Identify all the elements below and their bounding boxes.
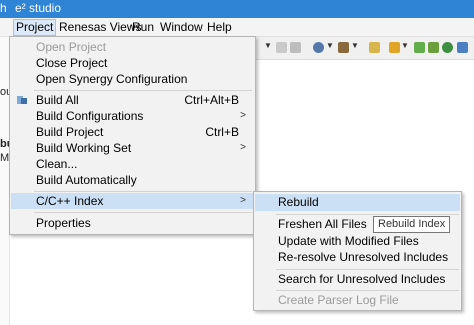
menu-item-label: Build Working Set [36, 141, 132, 155]
submenu-item-search-for-unresolved-includes[interactable]: Search for Unresolved Includes [255, 271, 460, 288]
menu-help[interactable]: Help [205, 20, 234, 35]
menu-item-label: Build All [36, 93, 79, 107]
run-icon[interactable] [414, 42, 425, 53]
debug-icon[interactable] [313, 42, 324, 53]
menu-separator [34, 191, 252, 192]
hammer-icon[interactable] [338, 42, 349, 53]
settings-icon[interactable] [457, 42, 468, 53]
menu-item-build-working-set[interactable]: Build Working Set > [11, 140, 254, 156]
chevron-right-icon: > [240, 195, 246, 206]
menu-item-label: Close Project [36, 56, 108, 70]
menu-item-label: Re-resolve Unresolved Includes [278, 250, 449, 264]
save-icon[interactable] [276, 42, 287, 53]
menu-item-label: Rebuild [278, 195, 319, 209]
shortcut-label: Ctrl+Alt+B [184, 93, 239, 107]
menu-item-label: Properties [36, 216, 91, 230]
menu-item-open-synergy-configuration[interactable]: Open Synergy Configuration [11, 71, 254, 87]
menu-item-build-project[interactable]: Build Project Ctrl+B [11, 124, 254, 140]
menu-item-label: Freshen All Files [278, 217, 367, 231]
submenu-item-rebuild[interactable]: Rebuild [255, 194, 460, 211]
menu-item-close-project[interactable]: Close Project [11, 55, 254, 71]
window-title: h [0, 1, 7, 15]
menu-item-label: Open Project [36, 40, 107, 54]
menu-item-build-all[interactable]: Build All Ctrl+Alt+B [11, 92, 254, 108]
main-toolbar: ▼ ▼ ▼ ▼ [250, 37, 474, 60]
menu-item-label: Build Automatically [36, 173, 137, 187]
menu-item-label: Clean... [36, 157, 78, 171]
build-all-icon [17, 96, 27, 104]
submenu-item-re-resolve-unresolved-includes[interactable]: Re-resolve Unresolved Includes [255, 249, 460, 266]
connect-icon[interactable] [428, 42, 439, 53]
build-icon[interactable] [369, 42, 380, 53]
title-bar: h e² studio [0, 0, 474, 18]
dropdown-arrow-icon[interactable]: ▼ [326, 41, 334, 50]
left-fragment: M [0, 152, 10, 164]
submenu-item-update-with-modified-files[interactable]: Update with Modified Files [255, 233, 460, 250]
menu-item-build-automatically[interactable]: Build Automatically [11, 172, 254, 188]
launch-icon[interactable] [442, 42, 453, 53]
chevron-right-icon: > [240, 142, 246, 153]
dropdown-arrow-icon[interactable]: ▼ [351, 41, 359, 50]
menu-item-cpp-index[interactable]: C/C++ Index > [11, 193, 254, 209]
menu-project[interactable]: Project [13, 19, 57, 36]
menu-separator [276, 214, 459, 215]
menu-item-label: Update with Modified Files [278, 234, 419, 248]
menu-item-label: C/C++ Index [36, 194, 104, 208]
menu-item-label: Build Project [36, 125, 104, 139]
menu-separator [34, 90, 252, 91]
menu-separator [276, 269, 459, 270]
app-title: e² studio [15, 1, 62, 15]
shortcut-label: Ctrl+B [205, 125, 239, 139]
menu-run[interactable]: Run [130, 20, 156, 35]
menu-item-label: Create Parser Log File [278, 293, 399, 307]
menu-item-build-configurations[interactable]: Build Configurations > [11, 108, 254, 124]
submenu-item-create-parser-log-file[interactable]: Create Parser Log File [255, 292, 460, 309]
menu-item-clean[interactable]: Clean... [11, 156, 254, 172]
menu-item-label: Search for Unresolved Includes [278, 272, 446, 286]
menu-item-label: Build Configurations [36, 109, 144, 123]
menu-item-label: Open Synergy Configuration [36, 72, 188, 86]
chevron-right-icon: > [240, 110, 246, 121]
folder-icon[interactable] [389, 42, 400, 53]
menu-separator [276, 290, 459, 291]
menu-item-open-project[interactable]: Open Project [11, 39, 254, 55]
menu-item-properties[interactable]: Properties [11, 215, 254, 231]
project-menu: Open Project Close Project Open Synergy … [9, 36, 256, 235]
menu-separator [34, 212, 252, 213]
cpp-index-submenu: Rebuild Freshen All Files Update with Mo… [253, 191, 462, 311]
menu-bar: Project Renesas Views Run Window Help [0, 18, 474, 37]
menu-window[interactable]: Window [158, 20, 205, 35]
dropdown-arrow-icon[interactable]: ▼ [401, 41, 409, 50]
save-all-icon[interactable] [290, 42, 301, 53]
dropdown-arrow-icon[interactable]: ▼ [264, 41, 272, 50]
tooltip: Rebuild Index [373, 216, 451, 233]
